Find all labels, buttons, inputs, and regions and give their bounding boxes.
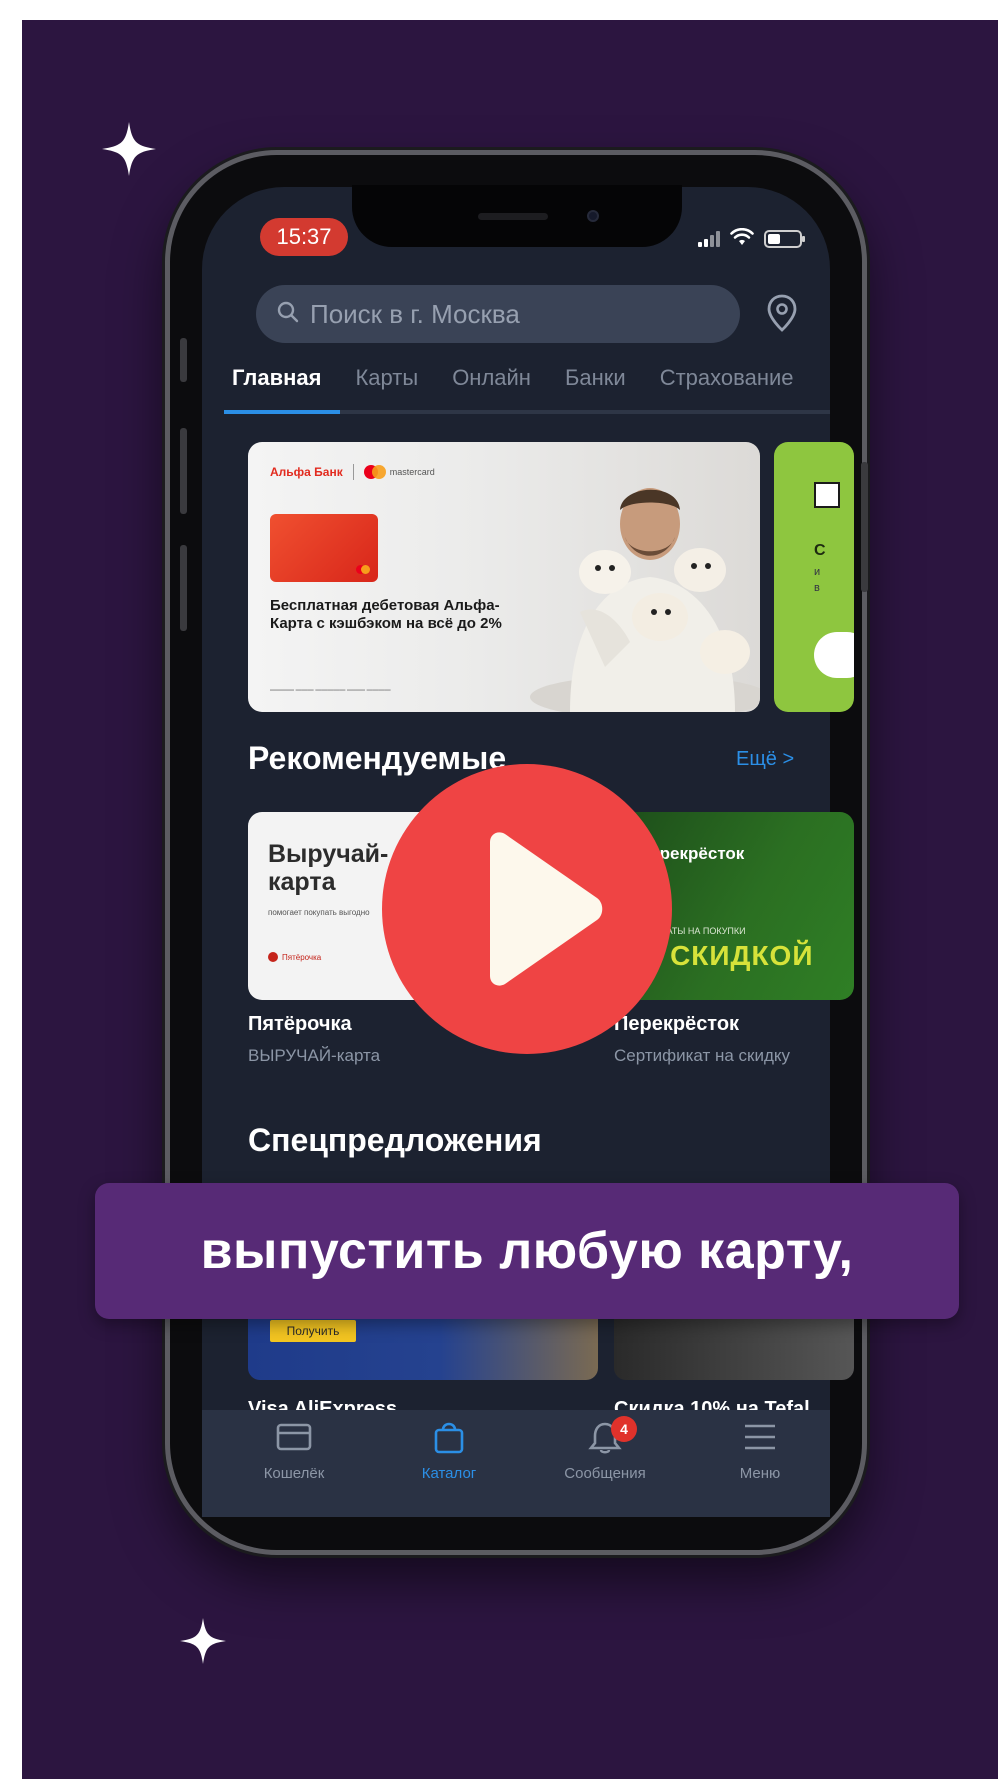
sparkle-icon (102, 122, 156, 176)
pyaterochka-logo: Пятёрочка (268, 952, 321, 962)
phone-side-button (180, 338, 187, 382)
play-button[interactable] (382, 764, 672, 1054)
recommended-more-link[interactable]: Ещё > (736, 748, 794, 771)
category-tabs: Главная Карты Онлайн Банки Страхование (232, 365, 830, 415)
man-with-puppies-image (530, 488, 760, 712)
tab-banks[interactable]: Банки (565, 365, 626, 415)
search-icon (276, 300, 300, 329)
wallet-icon (275, 1420, 313, 1459)
wifi-icon (730, 227, 754, 251)
banner2-button[interactable] (814, 632, 854, 678)
shopping-bag-icon (430, 1420, 468, 1459)
tab-main[interactable]: Главная (232, 365, 321, 415)
nav-catalog[interactable]: Каталог (389, 1420, 509, 1482)
banner-fineprint: ▬▬▬▬ ▬▬▬ ▬▬▬▬▬ ▬▬▬ ▬▬▬▬ (270, 687, 391, 693)
video-caption: выпустить любую карту, (95, 1183, 959, 1319)
messages-badge: 4 (611, 1416, 637, 1442)
rec-subtitle-pyaterochka: ВЫРУЧАЙ-карта (248, 1046, 381, 1065)
phone-power-button (861, 462, 868, 592)
promo-banner-alfa[interactable]: Альфа Банк mastercard Бесплатная дебетов… (248, 442, 760, 712)
nav-menu[interactable]: Меню (700, 1420, 820, 1482)
special-offers-title: Спецпредложения (248, 1122, 542, 1158)
banner-text: Бесплатная дебетовая Альфа-Карта с кэшбэ… (270, 597, 502, 632)
status-time: 15:37 (260, 218, 348, 256)
banner2-logo (814, 482, 840, 508)
battery-icon (764, 230, 805, 248)
tab-active-indicator (224, 410, 340, 414)
menu-icon (741, 1420, 779, 1459)
search-input[interactable]: Поиск в г. Москва (256, 285, 740, 343)
tab-cards[interactable]: Карты (355, 365, 418, 415)
nav-wallet[interactable]: Кошелёк (234, 1420, 354, 1482)
caption-text: выпустить любую карту, (200, 1222, 854, 1280)
phone-camera (587, 210, 599, 222)
nav-messages[interactable]: 4 Сообщения (545, 1416, 665, 1482)
tab-insurance[interactable]: Страхование (660, 365, 794, 415)
phone-volume-down-button (180, 545, 187, 631)
status-icons (698, 224, 805, 254)
location-pin-icon[interactable] (757, 288, 807, 338)
mastercard-logo: mastercard (363, 465, 435, 479)
alfa-card-image (270, 514, 378, 582)
sparkle-icon (180, 1618, 226, 1664)
banner-brand: Альфа Банк mastercard (270, 464, 435, 480)
promo-banner-secondary[interactable]: С и в (774, 442, 854, 712)
tab-online[interactable]: Онлайн (452, 365, 531, 415)
signal-icon (698, 231, 720, 247)
rec-name-pyaterochka: Пятёрочка (248, 1013, 352, 1035)
phone-volume-up-button (180, 428, 187, 514)
offer-get-button[interactable]: Получить (270, 1320, 356, 1342)
phone-speaker (478, 213, 548, 220)
alfa-bank-logo: Альфа Банк (270, 465, 343, 479)
play-icon (490, 832, 603, 986)
search-placeholder: Поиск в г. Москва (310, 298, 520, 329)
